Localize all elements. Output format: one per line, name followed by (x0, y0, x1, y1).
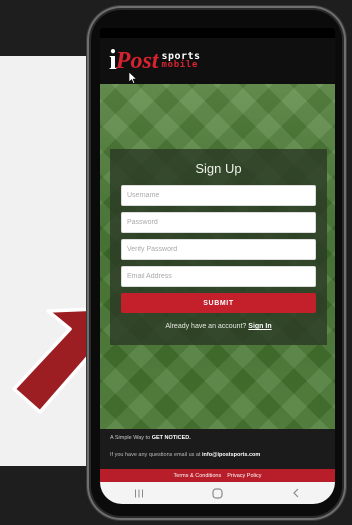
home-icon (212, 487, 223, 499)
footer-tagline: A Simple Way to GET NOTICED. (110, 435, 191, 441)
signin-prompt: Already have an account? Sign In (110, 323, 327, 330)
back-icon (292, 488, 299, 498)
phone-screen: i Post sports mobile Sign Up SUBMIT Alre… (100, 28, 335, 504)
email-input[interactable] (121, 266, 316, 287)
terms-link[interactable]: Terms & Conditions (174, 473, 222, 479)
signup-card: Sign Up SUBMIT Already have an account? … (110, 149, 327, 345)
back-button[interactable] (286, 486, 306, 500)
signup-title: Sign Up (195, 161, 242, 176)
home-button[interactable] (207, 486, 227, 500)
privacy-link[interactable]: Privacy Policy (227, 473, 261, 479)
verify-password-input[interactable] (121, 239, 316, 260)
recents-icon (135, 489, 144, 497)
username-input[interactable] (121, 185, 316, 206)
phone-frame: i Post sports mobile Sign Up SUBMIT Alre… (87, 6, 346, 520)
footer: A Simple Way to GET NOTICED. If you have… (100, 429, 335, 469)
app-header: i Post sports mobile (100, 38, 335, 84)
account-prompt-text: Already have an account? (165, 323, 247, 330)
mouse-cursor-icon (129, 72, 138, 84)
recents-button[interactable] (129, 486, 149, 500)
contact-email-link[interactable]: info@ipostsports.com (202, 452, 260, 458)
signin-link[interactable]: Sign In (248, 323, 271, 330)
ipostsports-logo[interactable]: i Post sports mobile (109, 47, 201, 75)
footer-link-bar: Terms & Conditions Privacy Policy (100, 469, 335, 482)
submit-button[interactable]: SUBMIT (121, 293, 316, 313)
footer-contact: If you have any questions email us at in… (110, 452, 261, 458)
android-nav-bar (100, 482, 335, 504)
password-input[interactable] (121, 212, 316, 233)
